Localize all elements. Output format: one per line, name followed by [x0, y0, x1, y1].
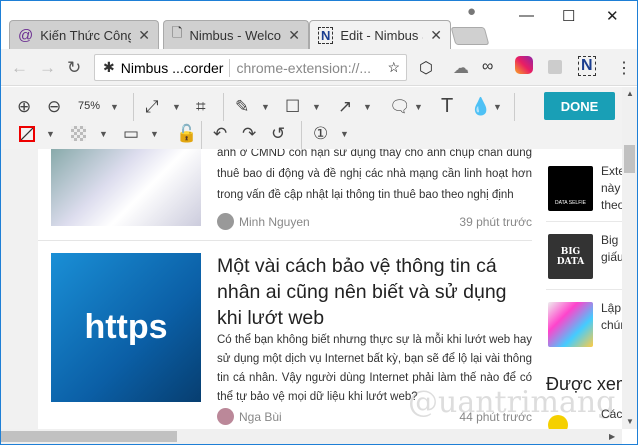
- tab-strip: @ Kiến Thức Công ✕ 🗋 Nimbus - Welco ✕ N …: [1, 1, 637, 49]
- zoom-level[interactable]: 75%: [78, 100, 100, 112]
- article-excerpt: ảnh ở CMND còn hạn sử dụng thay cho ảnh …: [217, 149, 532, 201]
- crop-icon[interactable]: ⌗: [196, 97, 206, 117]
- sidebar-thumbnail[interactable]: DATA SELFIE: [548, 166, 593, 211]
- close-tab-icon[interactable]: ✕: [288, 27, 300, 44]
- article-thumbnail[interactable]: [51, 149, 201, 226]
- avatar: [217, 408, 234, 425]
- sidebar-heading: Được xem: [546, 374, 622, 394]
- fit-screen-icon[interactable]: ⤢: [145, 97, 159, 117]
- instagram-icon[interactable]: [515, 56, 533, 74]
- tab-edit-nimbus[interactable]: N Edit - Nimbus S ✕: [309, 20, 451, 49]
- extension-puzzle-icon: ✱: [103, 59, 115, 75]
- nimbus-extension-icon[interactable]: N: [578, 56, 596, 76]
- cube-extension-icon[interactable]: ⬡: [419, 58, 433, 78]
- fit-dropdown-icon[interactable]: ▼: [172, 102, 181, 112]
- glasses-icon[interactable]: ∞: [482, 58, 493, 76]
- rectangle-icon[interactable]: ☐: [285, 97, 300, 117]
- undo-all-icon[interactable]: ↺: [271, 124, 285, 144]
- reload-icon[interactable]: ↻: [67, 58, 81, 78]
- fill-color-dropdown-icon[interactable]: ▼: [46, 129, 55, 139]
- maximize-button[interactable]: ☐: [562, 7, 575, 25]
- text-icon[interactable]: T: [441, 96, 453, 116]
- extension-gray-icon[interactable]: [548, 60, 562, 74]
- bookmark-star-icon[interactable]: ☆: [387, 59, 406, 76]
- back-icon[interactable]: ←: [11, 58, 28, 78]
- arrow-dropdown-icon[interactable]: ▼: [363, 102, 372, 112]
- new-tab-button[interactable]: [450, 27, 490, 45]
- scroll-up-icon[interactable]: ▲: [626, 89, 634, 98]
- article-time: 39 phút trước: [459, 214, 532, 229]
- zoom-dropdown-icon[interactable]: ▼: [110, 102, 119, 112]
- article-title[interactable]: Một vài cách bảo vệ thông tin cá nhân ai…: [217, 253, 532, 331]
- number-dropdown-icon[interactable]: ▼: [340, 129, 349, 139]
- address-bar[interactable]: ✱ Nimbus ...corder chrome-extension://..…: [94, 54, 407, 81]
- shadow-icon[interactable]: ▭: [123, 124, 139, 144]
- blur-dropdown-icon[interactable]: ▼: [493, 102, 502, 112]
- number-stamp-icon[interactable]: ①: [313, 124, 328, 144]
- lock-icon[interactable]: 🔓: [176, 124, 197, 144]
- vertical-scrollbar[interactable]: ▲ ▼: [622, 87, 637, 429]
- opacity-icon[interactable]: [71, 126, 86, 141]
- cloud-download-icon[interactable]: ☁: [453, 58, 469, 78]
- blur-drop-icon[interactable]: 💧: [470, 97, 491, 117]
- author-name[interactable]: Nga Bùi: [239, 410, 282, 424]
- article-meta: Minh Nguyen 39 phút trước: [217, 213, 532, 230]
- author-name[interactable]: Minh Nguyen: [239, 215, 310, 229]
- forward-icon[interactable]: →: [39, 58, 56, 78]
- editor-toolbar: ⊕ ⊖ 75% ▼ ⤢ ▼ ⌗ ✎ ▼ ☐ ▼ ↗ ▼ 🗨 ▼ T 💧 ▼ DO…: [1, 87, 622, 149]
- zoom-out-icon[interactable]: ⊖: [47, 97, 61, 117]
- close-window-button[interactable]: ✕: [606, 7, 619, 25]
- redo-icon[interactable]: ↷: [242, 124, 256, 144]
- minimize-button[interactable]: —: [519, 7, 534, 24]
- navigation-bar: ← → ↻ ✱ Nimbus ...corder chrome-extensio…: [1, 49, 637, 86]
- profile-icon[interactable]: ●: [467, 3, 476, 20]
- opacity-dropdown-icon[interactable]: ▼: [99, 129, 108, 139]
- scroll-down-icon[interactable]: ▼: [626, 417, 634, 426]
- menu-icon[interactable]: ⋮: [616, 58, 632, 78]
- close-tab-icon[interactable]: ✕: [138, 27, 150, 44]
- pencil-dropdown-icon[interactable]: ▼: [261, 102, 270, 112]
- shadow-dropdown-icon[interactable]: ▼: [150, 129, 159, 139]
- pencil-icon[interactable]: ✎: [235, 97, 249, 117]
- tab-nimbus-welcome[interactable]: 🗋 Nimbus - Welco ✕: [163, 20, 309, 49]
- page-icon: 🗋: [172, 25, 183, 40]
- scroll-right-icon[interactable]: ▶: [609, 432, 615, 441]
- zoom-in-icon[interactable]: ⊕: [17, 97, 31, 117]
- sidebar-thumbnail[interactable]: [548, 302, 593, 347]
- page-content: ảnh ở CMND còn hạn sử dụng thay cho ảnh …: [1, 149, 622, 429]
- article-thumbnail[interactable]: https: [51, 253, 201, 402]
- sidebar-thumbnail[interactable]: BIG DATA: [548, 234, 593, 279]
- vertical-scroll-thumb[interactable]: [624, 145, 635, 173]
- done-button[interactable]: DONE: [544, 92, 615, 120]
- horizontal-scroll-thumb[interactable]: [1, 431, 177, 442]
- browser-window: @ Kiến Thức Công ✕ 🗋 Nimbus - Welco ✕ N …: [0, 0, 638, 445]
- rectangle-dropdown-icon[interactable]: ▼: [312, 102, 321, 112]
- arrow-icon[interactable]: ↗: [338, 97, 352, 117]
- undo-icon[interactable]: ↶: [213, 124, 227, 144]
- callout-icon[interactable]: 🗨: [389, 97, 411, 117]
- quantrimang-icon: @: [18, 26, 34, 44]
- fill-color-icon[interactable]: [19, 126, 35, 142]
- avatar: [217, 213, 234, 230]
- nimbus-icon: N: [318, 26, 334, 44]
- callout-dropdown-icon[interactable]: ▼: [414, 102, 423, 112]
- close-tab-icon[interactable]: ✕: [430, 27, 442, 44]
- tab-kien-thuc[interactable]: @ Kiến Thức Công ✕: [9, 20, 159, 49]
- horizontal-scrollbar[interactable]: ▶: [1, 429, 622, 444]
